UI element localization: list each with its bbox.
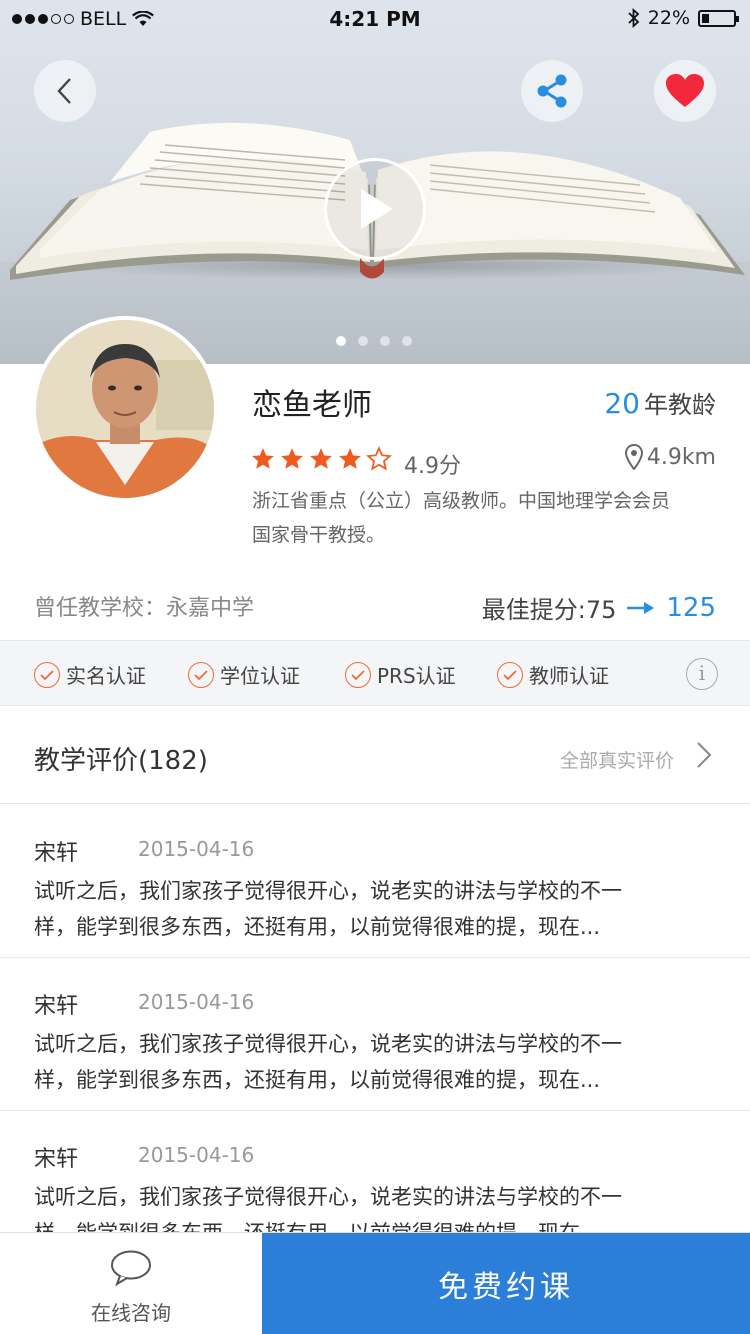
review-text: 试听之后，我们家孩子觉得很开心，说老实的讲法与学校的不一 样，能学到很多东西，还… <box>34 873 724 945</box>
description-line: 国家骨干教授。 <box>252 524 386 546</box>
reviews-header: 教学评价(182) 全部真实评价 <box>0 706 750 804</box>
all-reviews-link[interactable]: 全部真实评价 <box>560 746 674 773</box>
teacher-avatar <box>32 316 218 502</box>
teaching-years-unit: 年教龄 <box>644 391 716 419</box>
review-author: 宋轩 <box>34 841 79 866</box>
review-text-line: 样，能学到很多东西，还挺有用，以前觉得很难的提，现在... <box>34 915 601 939</box>
review-text-line: 试听之后，我们家孩子觉得很开心，说老实的讲法与学校的不一 <box>34 879 622 903</box>
cert-label: 教师认证 <box>529 664 609 688</box>
battery-icon <box>698 9 739 27</box>
review-item[interactable]: 宋轩 2015-04-16 试听之后，我们家孩子觉得很开心，说老实的讲法与学校的… <box>0 805 750 958</box>
online-consult-button[interactable]: 在线咨询 <box>0 1233 262 1334</box>
review-date: 2015-04-16 <box>138 990 255 1014</box>
free-booking-button[interactable]: 免费约课 <box>262 1233 750 1334</box>
check-circle-icon <box>34 661 60 688</box>
carousel-dot[interactable] <box>380 336 390 346</box>
info-icon[interactable]: i <box>686 658 718 690</box>
cert-label: 实名认证 <box>66 664 146 688</box>
star-half-icon <box>366 446 392 471</box>
star-full-icon <box>252 448 274 469</box>
reviews-title: 教学评价(182) <box>34 746 208 776</box>
review-text-line: 试听之后，我们家孩子觉得很开心，说老实的讲法与学校的不一 <box>34 1185 622 1209</box>
distance-value: 4.9km <box>646 444 716 470</box>
distance: 4.9km <box>624 444 716 470</box>
star-full-icon <box>281 448 303 469</box>
score-to: 125 <box>666 592 716 623</box>
check-circle-icon <box>188 661 214 688</box>
arrow-right-icon <box>627 601 655 614</box>
review-text: 试听之后，我们家孩子觉得很开心，说老实的讲法与学校的不一 样，能学到很多东西，还… <box>34 1026 724 1098</box>
review-author: 宋轩 <box>34 994 79 1019</box>
carousel-dot[interactable] <box>358 336 368 346</box>
teacher-name: 恋鱼老师 <box>252 388 372 423</box>
favorite-button[interactable] <box>654 60 716 122</box>
online-consult-label: 在线咨询 <box>91 1301 171 1325</box>
teacher-description: 浙江省重点（公立）高级教师。中国地理学会会员 国家骨干教授。 <box>252 484 722 552</box>
certification-bar: 实名认证 学位认证 PRS认证 教师认证 i <box>0 640 750 706</box>
review-date: 2015-04-16 <box>138 1143 255 1167</box>
best-score-improvement: 最佳提分:75 125 <box>482 590 716 625</box>
chevron-left-icon <box>57 78 71 104</box>
cert-label: 学位认证 <box>220 664 300 688</box>
back-button[interactable] <box>34 60 96 122</box>
location-pin-icon <box>624 444 643 470</box>
rating-score: 4.9分 <box>404 454 461 479</box>
review-author: 宋轩 <box>34 1147 79 1172</box>
bluetooth-icon <box>628 8 640 28</box>
carousel-dot[interactable] <box>336 336 346 346</box>
share-icon <box>537 74 567 108</box>
score-label: 最佳提分:75 <box>481 596 617 624</box>
review-item[interactable]: 宋轩 2015-04-16 试听之后，我们家孩子觉得很开心，说老实的讲法与学校的… <box>0 958 750 1111</box>
cert-label: PRS认证 <box>377 664 456 688</box>
check-circle-icon <box>497 661 523 688</box>
carousel-dot[interactable] <box>402 336 412 346</box>
check-circle-icon <box>345 661 371 688</box>
battery-percent: 22% <box>647 7 690 29</box>
play-icon <box>361 189 393 229</box>
review-text-line: 样，能学到很多东西，还挺有用，以前觉得很难的提，现在... <box>34 1068 601 1092</box>
share-button[interactable] <box>521 60 583 122</box>
star-full-icon <box>310 448 332 469</box>
review-date: 2015-04-16 <box>138 837 255 861</box>
star-full-icon <box>339 448 361 469</box>
bottom-action-bar: 在线咨询 免费约课 <box>0 1232 750 1334</box>
score-from: 75 <box>585 596 617 624</box>
cert-real-name: 实名认证 <box>34 660 146 689</box>
teacher-portrait <box>36 320 214 498</box>
description-line: 浙江省重点（公立）高级教师。中国地理学会会员 <box>252 490 671 512</box>
teaching-years-number: 20 <box>604 387 640 420</box>
cert-teacher: 教师认证 <box>497 660 609 689</box>
heart-icon <box>666 74 704 107</box>
former-school: 曾任教学校：永嘉中学 <box>34 596 255 621</box>
status-bar: BELL 4:21 PM 22% <box>0 0 750 40</box>
star-rating <box>250 446 392 472</box>
teaching-years: 20 年教龄 <box>604 385 716 420</box>
carousel-indicator[interactable] <box>336 336 412 346</box>
review-text-line: 试听之后，我们家孩子觉得很开心，说老实的讲法与学校的不一 <box>34 1032 622 1056</box>
hero-banner[interactable]: BELL 4:21 PM 22% <box>0 0 750 364</box>
chevron-right-icon[interactable] <box>692 740 716 770</box>
play-video-button[interactable] <box>324 158 426 260</box>
cert-degree: 学位认证 <box>188 660 300 689</box>
cert-prs: PRS认证 <box>345 660 456 689</box>
chat-bubble-icon <box>111 1250 151 1287</box>
